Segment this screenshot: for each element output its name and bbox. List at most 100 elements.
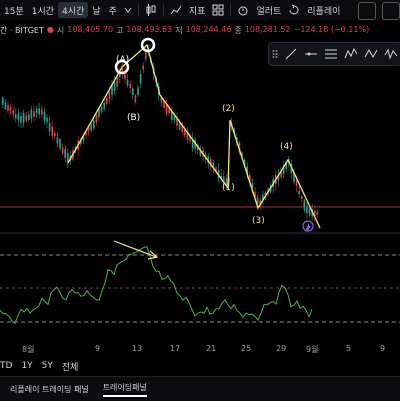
candle-body <box>298 190 300 195</box>
candle-body <box>25 115 27 121</box>
time-axis[interactable]: 8월 9 13 17 21 25 29 9월 5 9 <box>0 342 400 356</box>
range-1y[interactable]: 1Y <box>21 361 32 371</box>
indicators-icon[interactable] <box>167 4 185 16</box>
candle-body <box>119 73 121 78</box>
drag-handle-icon[interactable] <box>272 49 278 59</box>
candle-body <box>108 92 111 99</box>
range-all[interactable]: 전체 <box>62 360 79 373</box>
candle-body <box>100 106 103 113</box>
candle-body <box>46 117 48 123</box>
candle-body <box>41 109 43 115</box>
fib-retracement-icon[interactable] <box>324 47 338 61</box>
candle-body <box>61 147 64 154</box>
candle-body <box>145 52 147 60</box>
interval-1h[interactable]: 1시간 <box>28 0 58 20</box>
candlestick-icon[interactable] <box>142 4 160 16</box>
time-axis-tick: 5 <box>346 344 352 353</box>
time-axis-tick: 21 <box>206 344 217 353</box>
chevron-down-icon[interactable] <box>121 6 135 14</box>
candle-body <box>126 79 129 86</box>
candle-body <box>43 111 46 121</box>
top-toolbar: 15분 1시간 4시간 날 주 지표 얼러트 리플레이 <box>0 0 400 20</box>
candle-body <box>9 107 12 111</box>
candle-body <box>137 87 139 95</box>
time-axis-tick: 13 <box>132 344 143 353</box>
layout-icon[interactable] <box>382 2 400 20</box>
tab-replay-trading-panel[interactable]: 리플레이 트레이딩 패널 <box>10 384 89 395</box>
candle-body <box>28 114 30 121</box>
candle-body <box>7 105 9 111</box>
candle-body <box>22 112 25 123</box>
wave-label-1: (1) <box>222 183 235 193</box>
candle-body <box>103 102 105 109</box>
divider <box>137 4 139 16</box>
wave-label-3: (3) <box>252 216 265 226</box>
time-axis-tick: 25 <box>241 344 252 353</box>
candle-body <box>316 211 319 215</box>
candle-body <box>308 208 311 215</box>
candle-body <box>171 112 173 121</box>
alert-button[interactable]: 얼러트 <box>252 0 285 20</box>
divider <box>230 4 232 16</box>
candle-body <box>15 114 17 119</box>
candle-body <box>56 137 59 144</box>
tab-trading-panel[interactable]: 트레이딩패널 <box>102 382 147 397</box>
candle-body <box>113 82 116 91</box>
candle-body <box>139 74 142 84</box>
toolbar-right <box>352 2 400 20</box>
candle-body <box>64 148 66 159</box>
range-td[interactable]: TD <box>0 361 12 371</box>
drawing-toolbar <box>268 42 400 66</box>
time-axis-tick: 29 <box>276 344 287 353</box>
interval-day[interactable]: 날 <box>88 0 104 20</box>
time-axis-tick: 9월 <box>306 345 319 354</box>
candle-body <box>90 124 92 131</box>
layout-grid-icon[interactable] <box>209 4 227 16</box>
candle-body <box>35 108 38 114</box>
time-axis-tick: 17 <box>170 344 181 353</box>
pattern-wave-icon[interactable] <box>364 47 378 61</box>
candle-body <box>20 115 22 123</box>
interval-15m[interactable]: 15분 <box>0 0 28 20</box>
replay-button[interactable]: 리플레이 <box>303 0 344 20</box>
candle-body <box>132 88 134 95</box>
replay-icon[interactable] <box>285 4 303 16</box>
candle-body <box>142 65 144 70</box>
time-axis-tick: 9 <box>95 344 101 353</box>
candle-body <box>59 139 61 149</box>
wave-label-b: (B) <box>127 113 140 123</box>
wave-label-2: (2) <box>222 104 235 114</box>
candle-body <box>116 76 118 87</box>
zigzag-icon[interactable] <box>384 47 398 61</box>
elliott-wave-line <box>67 43 321 229</box>
oscillator-line <box>0 245 313 324</box>
candle-body <box>51 126 53 136</box>
alarm-clock-icon[interactable] <box>234 4 252 16</box>
interval-4h[interactable]: 4시간 <box>58 2 89 18</box>
fullscreen-icon[interactable] <box>358 2 376 20</box>
divider <box>162 4 164 16</box>
candle-body <box>301 196 303 200</box>
candlesticks <box>2 44 319 222</box>
wave-label-a: (A) <box>116 55 129 65</box>
time-axis-tick: 8월 <box>22 345 35 354</box>
candle-body <box>163 101 165 108</box>
candle-body <box>95 114 98 123</box>
candle-body <box>38 108 40 115</box>
price-chart[interactable]: (A) (B) (1) (2) (3) (4) <box>0 20 400 342</box>
candle-body <box>67 153 69 162</box>
elliott-wave-icon[interactable] <box>344 47 358 61</box>
candle-body <box>33 110 35 117</box>
candle-body <box>106 97 108 104</box>
wave-label-4: (4) <box>280 142 293 152</box>
candle-body <box>129 84 131 89</box>
range-5y[interactable]: 5Y <box>42 361 53 371</box>
candle-body <box>4 102 7 110</box>
interval-week[interactable]: 주 <box>105 0 121 20</box>
indicators-button[interactable]: 지표 <box>185 0 210 20</box>
candle-body <box>48 122 51 132</box>
candle-body <box>93 120 95 129</box>
horizontal-ray-icon[interactable] <box>304 47 318 61</box>
trendline-icon[interactable] <box>284 47 298 61</box>
candle-body <box>17 113 20 120</box>
